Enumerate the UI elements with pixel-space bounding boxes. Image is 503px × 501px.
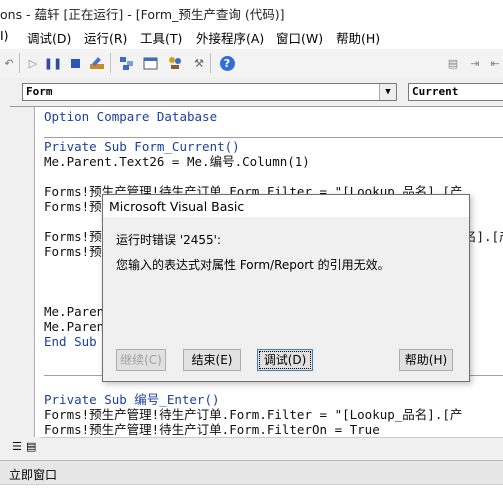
project-explorer-icon[interactable] [118,54,136,72]
code-line: Forms!预生产管理!待生产订单.Form.Filter = "[Lookup… [44,407,463,422]
run-icon[interactable]: ▷ [24,54,42,72]
chevron-down-icon[interactable]: ▼ [379,84,396,100]
outdent-icon[interactable]: ⇤ [486,54,503,72]
pause-icon[interactable]: ❚❚ [44,54,62,72]
menu-debug[interactable]: 调试(D) [27,28,71,47]
code-line: Private Sub 编号_Enter() [44,392,220,407]
object-combo-value: Form [26,85,53,98]
end-button[interactable]: 结束(E) [183,349,241,371]
edit-toolbar-icon[interactable]: ▤ [444,54,462,72]
debug-button[interactable]: 调试(D) [257,349,313,371]
immediate-window-label: 立即窗口 [9,468,58,482]
menu-view[interactable]: I) [0,28,9,43]
object-combo[interactable]: Form ▼ [22,83,397,101]
menu-window[interactable]: 窗口(W) [276,28,323,47]
procedure-combo-value: Current [412,85,459,98]
window-title: ons - 蕴轩 [正在运行] - [Form_预生产查询 (代码)] [0,7,285,22]
menu-bar: I) 调试(D) 运行(R) 工具(T) 外接程序(A) 窗口(W) 帮助(H) [0,24,503,49]
indent-icon[interactable]: ⇥ [466,54,484,72]
code-line: End Sub [44,334,97,349]
error-number: 运行时错误 '2455': [116,233,221,247]
help-icon[interactable]: ? [218,54,236,72]
reset-icon[interactable] [66,54,84,72]
procedure-separator [44,137,503,138]
help-button[interactable]: 帮助(H) [399,349,453,371]
menu-tools[interactable]: 工具(T) [140,28,182,47]
dialog-title: Microsoft Visual Basic [109,199,245,214]
error-message: 您输入的表达式对属性 Form/Report 的引用无效。 [116,258,390,272]
code-line: Forms!预 [44,244,102,259]
code-line: Forms!预 [44,229,102,244]
code-line: Option Compare Database [44,109,218,124]
dialog-title-bar: Microsoft Visual Basic [103,195,469,217]
menu-addins[interactable]: 外接程序(A) [196,28,264,47]
view-buttons: ☰ ▤ [10,437,40,457]
toolbar-separator [19,53,20,73]
menu-run[interactable]: 运行(R) [84,28,127,47]
code-line: Me.Paren [44,319,105,334]
code-line: Me.Parent.Text26 = Me.编号.Column(1) [44,154,310,169]
horizontal-scrollbar[interactable] [40,437,503,458]
margin-indicator-bar [10,107,35,437]
continue-button: 继续(C) [116,349,166,371]
menu-help[interactable]: 帮助(H) [336,28,380,47]
undo-icon[interactable]: ↶ [0,54,18,72]
procedure-combo[interactable]: Current [408,83,503,101]
runtime-error-dialog: Microsoft Visual Basic 运行时错误 '2455': 您输入… [102,194,470,382]
properties-window-icon[interactable] [142,54,160,72]
immediate-window-title: 立即窗口 [0,460,503,485]
design-mode-icon[interactable] [88,54,106,72]
procedure-view-icon[interactable]: ☰ [12,440,22,453]
code-line: Me.Paren [44,304,105,319]
code-line: Forms!预生产管理!待生产订单.Form.FilterOn = True [44,422,380,437]
toolbar-separator [110,53,111,73]
immediate-window[interactable] [0,484,503,501]
code-line: Forms!预 [44,199,102,214]
window-title-bar: ons - 蕴轩 [正在运行] - [Form_预生产查询 (代码)] [0,0,503,24]
full-module-view-icon[interactable]: ▤ [26,440,36,453]
toolbar-separator [210,53,211,73]
standard-toolbar: ↶ ▷ ❚❚ ⚒ ? ▤ ⇥ ⇤ [0,49,503,126]
object-browser-icon[interactable] [166,54,184,72]
code-line: Private Sub Form_Current() [44,139,240,154]
toolbox-icon[interactable]: ⚒ [190,54,208,72]
